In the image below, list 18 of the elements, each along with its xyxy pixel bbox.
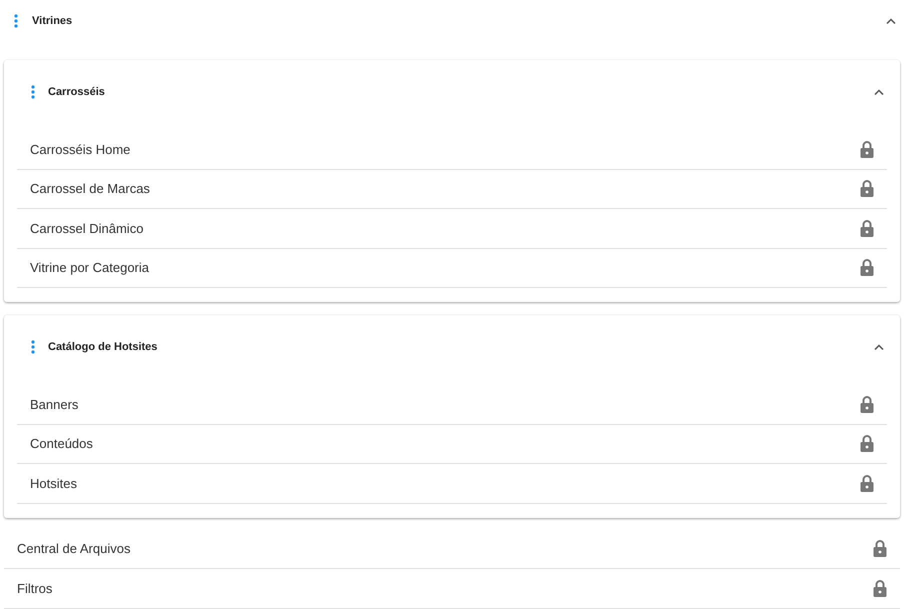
- menu-item-label[interactable]: Conteúdos: [30, 436, 860, 452]
- menu-item-label[interactable]: Banners: [30, 396, 860, 412]
- menu-item-label[interactable]: Carrossel Dinâmico: [30, 220, 860, 236]
- section-title: Catálogo de Hotsites: [48, 341, 158, 353]
- chevron-icon[interactable]: [874, 89, 884, 95]
- more-icon[interactable]: [14, 14, 18, 28]
- menu-item-label[interactable]: Carrossel de Marcas: [30, 181, 860, 196]
- section-title: Carrosséis: [48, 86, 106, 98]
- more-icon[interactable]: [31, 340, 35, 354]
- more-icon[interactable]: [31, 85, 35, 99]
- menu-item-label[interactable]: Carrosséis Home: [30, 142, 860, 157]
- menu-item-label[interactable]: Central de Arquivos: [17, 541, 873, 556]
- menu-item-label[interactable]: Hotsites: [30, 476, 860, 491]
- menu-item-label[interactable]: Filtros: [17, 580, 873, 596]
- chevron-icon[interactable]: [886, 18, 896, 24]
- menu-item-label[interactable]: Vitrine por Categoria: [30, 260, 860, 276]
- section-title: Vitrines: [32, 15, 74, 27]
- chevron-icon[interactable]: [874, 344, 884, 350]
